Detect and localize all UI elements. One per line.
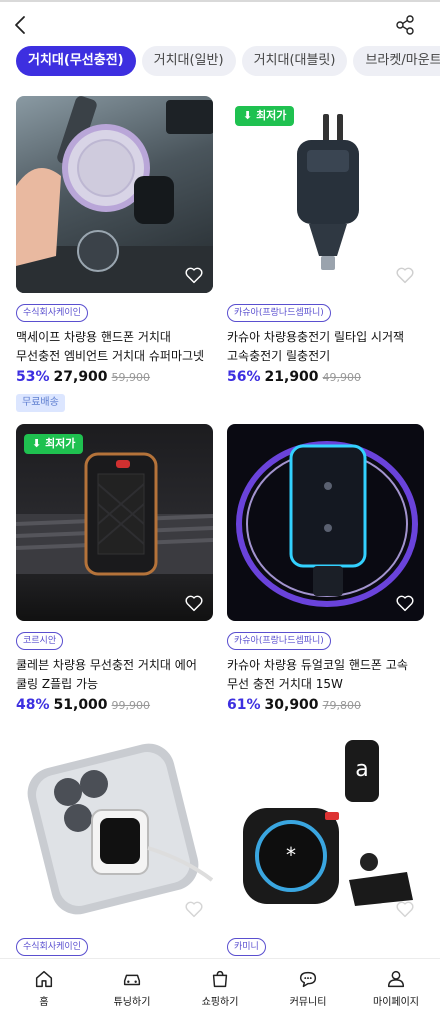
- product-title[interactable]: 카슈아 차량용 듀얼코일 핸드폰 고속 무선 충전 거치대 15W: [227, 656, 424, 694]
- category-tabs: 거치대(무선충전) 거치대(일반) 거치대(대블릿) 브라켓/마운트: [16, 46, 440, 78]
- heart-icon: [396, 595, 414, 612]
- sale-price: 30,900: [264, 697, 319, 713]
- wishlist-button[interactable]: [183, 592, 205, 614]
- bottom-navigation: 홈 튜닝하기 쇼핑하기 커뮤니티 마이페이지: [0, 958, 440, 1012]
- sale-price: 21,900: [264, 369, 319, 385]
- nav-shopping[interactable]: 쇼핑하기: [176, 959, 264, 1012]
- price-row: 56% 21,900 49,900: [227, 366, 361, 386]
- seller-badge: 카슈아(프랑나드셉파니): [227, 304, 331, 322]
- price-row: 53% 27,900 59,900: [16, 366, 150, 386]
- discount-rate: 53%: [16, 369, 50, 385]
- seller-badge: 카미니: [227, 938, 266, 956]
- nav-home[interactable]: 홈: [0, 959, 88, 1012]
- discount-rate: 61%: [227, 697, 261, 713]
- car-icon: [123, 974, 141, 986]
- wishlist-button[interactable]: [183, 264, 205, 286]
- lowest-price-badge: ⬇ 최저가: [235, 106, 295, 126]
- discount-rate: 48%: [16, 697, 50, 713]
- price-row: 61% 30,900 79,800: [227, 694, 361, 714]
- tab-wireless-mount[interactable]: 거치대(무선충전): [16, 46, 136, 76]
- seller-badge: 수식회사케이인: [16, 304, 88, 322]
- lowest-price-label: 최저가: [256, 109, 287, 122]
- lowest-price-label: 최저가: [45, 437, 76, 450]
- heart-icon: [396, 901, 414, 918]
- shopping-bag-icon: [212, 970, 228, 988]
- lowest-price-badge: ⬇ 최저가: [24, 434, 84, 454]
- discount-rate: 56%: [227, 369, 261, 385]
- original-price: 79,800: [322, 699, 362, 712]
- home-icon: [35, 970, 53, 988]
- chevron-left-icon: [15, 16, 25, 34]
- seller-badge: 코르시안: [16, 632, 64, 650]
- heart-icon: [185, 267, 203, 284]
- product-title[interactable]: 맥세이프 차량용 핸드폰 거치대 무선충전 엠비언트 거치대 슈퍼마그넷 미니: [16, 328, 213, 366]
- tab-tablet-mount[interactable]: 거치대(대블릿): [241, 46, 348, 76]
- down-arrow-icon: ⬇: [243, 109, 253, 122]
- product-title[interactable]: 쿨레븐 차량용 무선충전 거치대 에어 쿨링 Z플립 가능: [16, 656, 213, 694]
- tab-general-mount[interactable]: 거치대(일반): [141, 46, 236, 76]
- top-bar: [0, 0, 440, 46]
- chat-icon: [299, 971, 317, 988]
- sale-price: 27,900: [53, 369, 108, 385]
- user-icon: [387, 970, 405, 988]
- original-price: 49,900: [322, 371, 362, 384]
- product-title[interactable]: 카슈아 차량용충전기 릴타입 시거잭 고속충전기 릴충전기: [227, 328, 424, 366]
- nav-tuning[interactable]: 튜닝하기: [88, 959, 176, 1012]
- free-shipping-badge: 무료배송: [16, 394, 65, 412]
- svg-text:a: a: [355, 757, 368, 782]
- tab-bracket-mount[interactable]: 브라켓/마운트: [353, 46, 440, 76]
- svg-text:*: *: [286, 843, 296, 867]
- sale-price: 51,000: [53, 697, 108, 713]
- nav-mypage-label: 마이페이지: [373, 997, 419, 1008]
- nav-tuning-label: 튜닝하기: [113, 997, 151, 1008]
- nav-mypage[interactable]: 마이페이지: [352, 959, 440, 1012]
- seller-badge: 수식회사케이인: [16, 938, 88, 956]
- wishlist-button[interactable]: [394, 592, 416, 614]
- wishlist-button[interactable]: [183, 898, 205, 920]
- nav-community-label: 커뮤니티: [289, 997, 327, 1008]
- original-price: 99,900: [111, 699, 151, 712]
- price-row: 48% 51,000 99,900: [16, 694, 150, 714]
- back-button[interactable]: [10, 14, 32, 36]
- share-button[interactable]: [394, 14, 416, 36]
- heart-icon: [185, 901, 203, 918]
- nav-home-label: 홈: [39, 997, 49, 1008]
- down-arrow-icon: ⬇: [32, 437, 42, 450]
- wishlist-button[interactable]: [394, 264, 416, 286]
- heart-icon: [185, 595, 203, 612]
- heart-icon: [396, 267, 414, 284]
- wishlist-button[interactable]: [394, 898, 416, 920]
- share-icon: [396, 15, 414, 35]
- original-price: 59,900: [111, 371, 151, 384]
- nav-community[interactable]: 커뮤니티: [264, 959, 352, 1012]
- nav-shopping-label: 쇼핑하기: [201, 997, 239, 1008]
- seller-badge: 카슈아(프랑나드셉파니): [227, 632, 331, 650]
